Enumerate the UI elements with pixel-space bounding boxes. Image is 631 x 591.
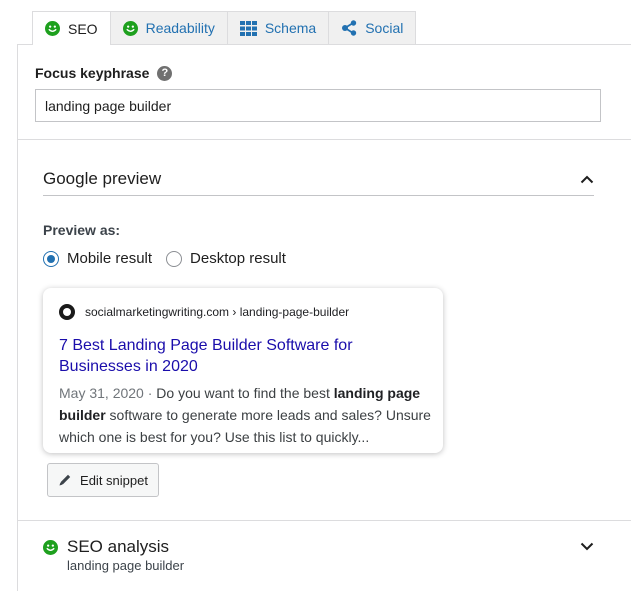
serp-separator: · [143, 385, 157, 401]
seo-analysis-toggle[interactable]: SEO analysis landing page builder [43, 531, 594, 577]
smiley-icon [43, 539, 58, 555]
preview-mode-radio-group: Mobile result Desktop result [43, 250, 300, 267]
tab-label: Readability [145, 20, 215, 36]
focus-keyphrase-input[interactable] [35, 89, 601, 122]
mobile-result-label: Mobile result [67, 250, 153, 267]
tab-readability[interactable]: Readability [109, 11, 228, 44]
serp-url: socialmarketingwriting.com › landing-pag… [85, 305, 350, 319]
serp-preview-card: socialmarketingwriting.com › landing-pag… [43, 288, 443, 453]
share-icon [341, 20, 357, 36]
desktop-result-radio[interactable] [166, 250, 183, 267]
pencil-icon [58, 473, 72, 487]
serp-description: May 31, 2020 · Do you want to find the b… [59, 382, 431, 448]
tab-label: Social [365, 20, 404, 36]
metabox-tabs: SEO Readability Schema Social [32, 11, 417, 45]
desktop-result-label: Desktop result [190, 250, 286, 267]
serp-title[interactable]: 7 Best Landing Page Builder Software for… [59, 335, 379, 377]
tab-schema[interactable]: Schema [226, 11, 330, 44]
google-preview-title: Google preview [43, 169, 162, 188]
chevron-down-icon [580, 542, 594, 551]
seo-analysis-title-text: SEO analysis [67, 537, 170, 556]
tab-social[interactable]: Social [328, 11, 417, 44]
seo-analysis-subtitle: landing page builder [67, 558, 185, 573]
tab-label: SEO [68, 20, 98, 37]
help-icon[interactable]: ? [157, 65, 173, 81]
tab-seo[interactable]: SEO [32, 11, 111, 45]
google-preview-rule [43, 195, 594, 196]
smiley-icon [45, 21, 60, 36]
desktop-result-option[interactable]: Desktop result [166, 250, 286, 267]
divider [18, 139, 631, 140]
mobile-result-radio[interactable] [43, 250, 59, 267]
mobile-result-option[interactable]: Mobile result [43, 250, 152, 267]
smiley-icon [122, 20, 138, 36]
seo-panel: Focus keyphrase ? Google preview Preview… [17, 44, 631, 591]
chevron-up-icon [580, 175, 594, 184]
serp-desc-part2: software to generate more leads and sale… [59, 407, 431, 445]
seo-analysis-title: SEO analysis [43, 537, 169, 557]
serp-url-row: socialmarketingwriting.com › landing-pag… [59, 304, 349, 320]
preview-as-label: Preview as: [43, 222, 121, 238]
serp-date: May 31, 2020 [59, 385, 144, 401]
edit-snippet-label: Edit snippet [80, 472, 148, 488]
edit-snippet-button[interactable]: Edit snippet [47, 463, 159, 497]
site-favicon-icon [59, 304, 75, 320]
focus-keyphrase-label: Focus keyphrase ? [35, 65, 173, 81]
focus-keyphrase-label-text: Focus keyphrase [35, 65, 150, 81]
serp-desc-part1: Do you want to find the best [156, 385, 334, 401]
tab-label: Schema [264, 20, 317, 36]
divider [18, 520, 631, 521]
grid-icon [239, 20, 257, 36]
